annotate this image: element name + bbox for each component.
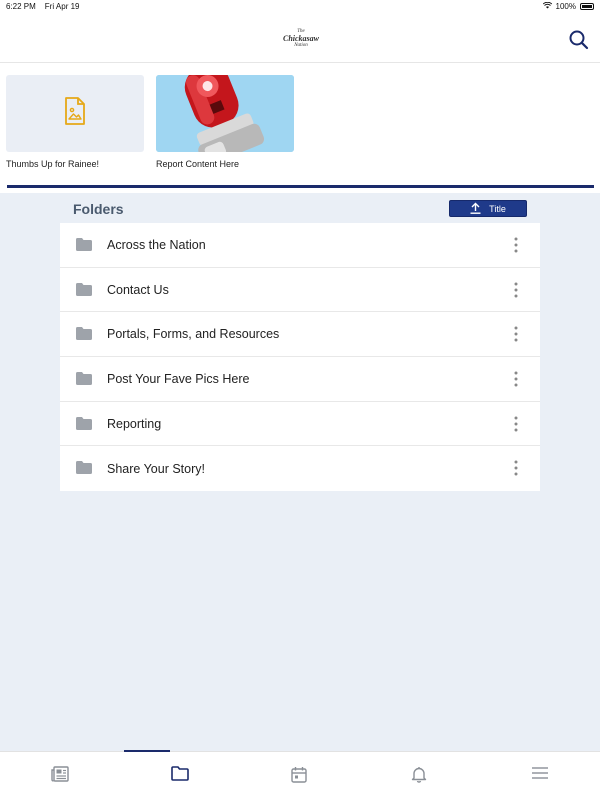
- status-date: Fri Apr 19: [44, 1, 80, 11]
- more-options-icon[interactable]: [510, 324, 522, 344]
- search-icon[interactable]: [568, 29, 590, 51]
- battery-icon: [580, 2, 594, 10]
- app-header: The Chickasaw Nation: [0, 12, 600, 63]
- more-options-icon[interactable]: [510, 280, 522, 300]
- tab-folders[interactable]: [120, 750, 240, 800]
- upload-arrow-icon: [470, 202, 481, 216]
- siren-image: [156, 75, 294, 152]
- folder-icon: [76, 238, 92, 251]
- folder-name: Portals, Forms, and Resources: [107, 327, 280, 342]
- active-tab-indicator: [124, 750, 170, 752]
- calendar-icon: [291, 767, 307, 783]
- section-divider: [7, 185, 594, 188]
- folder-name: Across the Nation: [107, 237, 206, 252]
- card-thumbnail: [6, 75, 144, 152]
- more-options-icon[interactable]: [510, 369, 522, 389]
- folder-icon: [76, 416, 92, 430]
- sort-label: Title: [489, 203, 506, 214]
- chickasaw-nation-logo: The Chickasaw Nation: [282, 29, 319, 48]
- newspaper-icon: [51, 766, 69, 782]
- folders-heading: Folders: [73, 201, 124, 217]
- folder-icon: [76, 327, 92, 341]
- bell-icon: [411, 767, 427, 783]
- tab-menu[interactable]: [480, 752, 600, 800]
- tab-news[interactable]: [0, 752, 120, 800]
- sort-by-title-button[interactable]: Title: [449, 200, 527, 217]
- folder-row-share-your-story[interactable]: Share Your Story!: [60, 446, 540, 491]
- folder-name: Share Your Story!: [107, 461, 205, 476]
- featured-card-label: Thumbs Up for Rainee!: [6, 159, 100, 169]
- more-options-icon[interactable]: [510, 235, 522, 255]
- featured-card-label: Report Content Here: [156, 159, 240, 169]
- folder-name: Post Your Fave Pics Here: [107, 371, 250, 386]
- folder-list: Across the Nation Contact Us Portals, Fo…: [60, 223, 540, 492]
- folder-row-post-your-fave-pics[interactable]: Post Your Fave Pics Here: [60, 357, 540, 402]
- image-file-icon: [64, 97, 86, 130]
- folder-icon: [76, 372, 92, 386]
- menu-icon: [532, 767, 548, 779]
- tab-calendar[interactable]: [240, 752, 360, 800]
- folder-icon: [76, 461, 92, 475]
- more-options-icon[interactable]: [510, 458, 522, 478]
- folder-name: Contact Us: [107, 282, 169, 297]
- folder-icon: [76, 282, 92, 296]
- folder-row-across-the-nation[interactable]: Across the Nation: [60, 223, 540, 268]
- more-options-icon[interactable]: [510, 414, 522, 434]
- featured-card-thumbs-up[interactable]: Thumbs Up for Rainee!: [6, 75, 144, 169]
- folders-section: Folders Title Across the Nation Contact: [0, 193, 600, 751]
- folder-row-portals-forms-resources[interactable]: Portals, Forms, and Resources: [60, 312, 540, 358]
- folder-name: Reporting: [107, 416, 162, 431]
- status-bar: 6:22 PM Fri Apr 19 100%: [0, 0, 600, 12]
- battery-percent: 100%: [555, 1, 576, 11]
- status-time: 6:22 PM: [6, 1, 36, 11]
- featured-section: Thumbs Up for Rainee! Report Content Her…: [0, 63, 600, 189]
- folder-row-reporting[interactable]: Reporting: [60, 402, 540, 447]
- wifi-icon: [542, 1, 552, 11]
- featured-card-report-content[interactable]: Report Content Here: [156, 75, 294, 169]
- folder-icon: [171, 766, 189, 781]
- folder-row-contact-us[interactable]: Contact Us: [60, 268, 540, 313]
- tab-notifications[interactable]: [360, 752, 480, 800]
- bottom-tab-bar: [0, 750, 600, 800]
